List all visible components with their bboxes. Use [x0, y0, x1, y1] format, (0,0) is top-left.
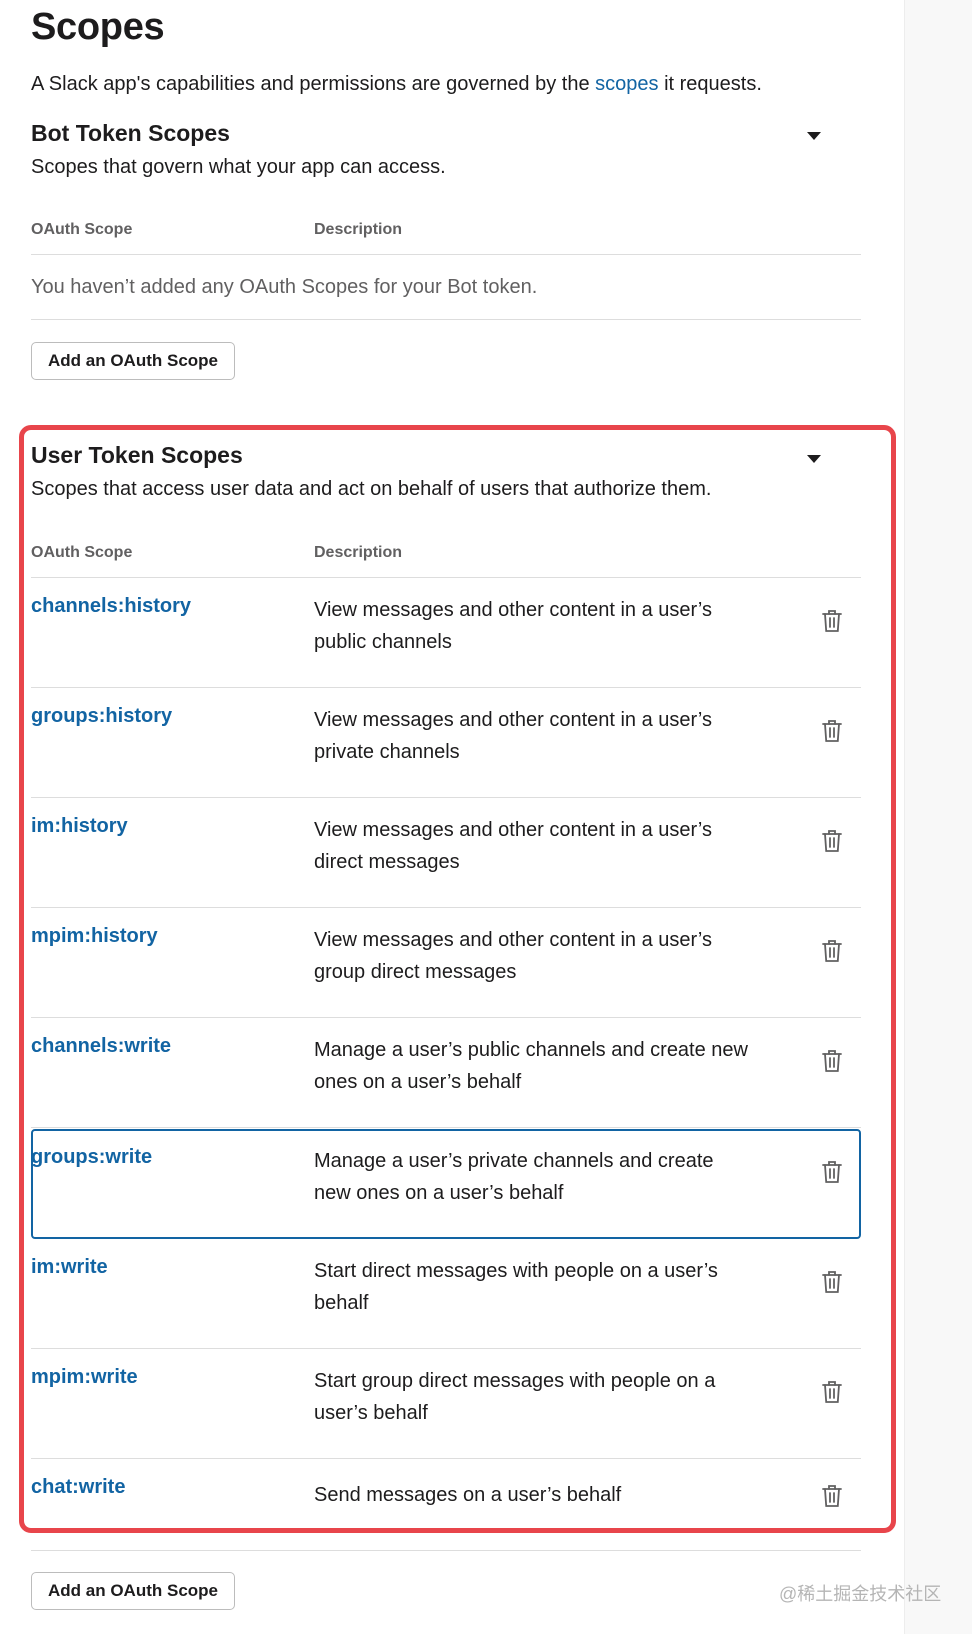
- scope-row-channels-write: channels:write Manage a user’s public ch…: [31, 1018, 861, 1128]
- intro-text: A Slack app's capabilities and permissio…: [31, 73, 596, 95]
- divider: [31, 254, 861, 255]
- trash-icon[interactable]: [821, 608, 843, 634]
- intro-text-end: it requests.: [658, 73, 762, 95]
- scope-name-link[interactable]: im:write: [31, 1256, 108, 1279]
- user-section-subtitle: Scopes that access user data and act on …: [31, 478, 712, 500]
- scope-description: View messages and other content in a use…: [314, 599, 713, 653]
- bot-section-subtitle: Scopes that govern what your app can acc…: [31, 156, 446, 178]
- scope-name-link[interactable]: groups:history: [31, 705, 172, 728]
- scope-name-link[interactable]: channels:history: [31, 595, 191, 618]
- scope-description: Send messages on a user’s behalf: [314, 1484, 622, 1506]
- scope-row-groups-history: groups:history View messages and other c…: [31, 688, 861, 798]
- scope-name-link[interactable]: mpim:history: [31, 925, 158, 948]
- trash-icon[interactable]: [821, 718, 843, 744]
- trash-icon[interactable]: [821, 1483, 843, 1509]
- trash-icon[interactable]: [821, 1159, 843, 1185]
- bot-col-description: Description: [314, 221, 403, 238]
- scope-name-link[interactable]: channels:write: [31, 1035, 171, 1058]
- scope-name-link[interactable]: chat:write: [31, 1476, 125, 1499]
- divider: [31, 1127, 861, 1128]
- caret-down-icon[interactable]: [807, 132, 821, 140]
- scope-row-channels-history: channels:history View messages and other…: [31, 578, 861, 688]
- trash-icon[interactable]: [821, 1379, 843, 1405]
- divider: [31, 1550, 861, 1551]
- right-gutter: [904, 0, 972, 1634]
- scope-description: Start group direct messages with people …: [314, 1370, 716, 1424]
- trash-icon[interactable]: [821, 1048, 843, 1074]
- scopes-link[interactable]: scopes: [595, 73, 658, 95]
- scope-description: Manage a user’s private channels and cre…: [314, 1150, 714, 1204]
- watermark: @稀土掘金技术社区: [779, 1584, 942, 1604]
- trash-icon[interactable]: [821, 828, 843, 854]
- scope-row-mpim-history: mpim:history View messages and other con…: [31, 908, 861, 1018]
- add-user-oauth-scope-button[interactable]: Add an OAuth Scope: [31, 1572, 235, 1610]
- user-section-title: User Token Scopes: [31, 442, 243, 468]
- scope-description: Manage a user’s public channels and crea…: [314, 1039, 748, 1093]
- trash-icon[interactable]: [821, 938, 843, 964]
- scope-row-chat-write: chat:write Send messages on a user’s beh…: [31, 1459, 861, 1529]
- scope-description: View messages and other content in a use…: [314, 709, 713, 763]
- page-title: Scopes: [31, 6, 165, 48]
- scope-row-groups-write: groups:write Manage a user’s private cha…: [31, 1129, 861, 1239]
- trash-icon[interactable]: [821, 1269, 843, 1295]
- scope-name-link[interactable]: im:history: [31, 815, 128, 838]
- user-col-description: Description: [314, 544, 403, 561]
- scope-row-im-history: im:history View messages and other conte…: [31, 798, 861, 908]
- user-section-header: User Token Scopes Scopes that access use…: [31, 442, 711, 501]
- scope-name-link[interactable]: groups:write: [31, 1146, 152, 1169]
- caret-down-icon[interactable]: [807, 455, 821, 463]
- scope-name-link[interactable]: mpim:write: [31, 1366, 138, 1389]
- page-intro: A Slack app's capabilities and permissio…: [31, 73, 762, 96]
- divider: [31, 319, 861, 320]
- bot-col-scope: OAuth Scope: [31, 221, 133, 238]
- scope-description: Start direct messages with people on a u…: [314, 1260, 718, 1314]
- scope-row-mpim-write: mpim:write Start group direct messages w…: [31, 1349, 861, 1459]
- add-bot-oauth-scope-button[interactable]: Add an OAuth Scope: [31, 342, 235, 380]
- bot-empty-message: You haven’t added any OAuth Scopes for y…: [31, 276, 538, 298]
- scope-description: View messages and other content in a use…: [314, 929, 713, 983]
- scope-description: View messages and other content in a use…: [314, 819, 713, 873]
- user-col-scope: OAuth Scope: [31, 544, 133, 561]
- bot-section-title: Bot Token Scopes: [31, 120, 230, 146]
- scope-row-im-write: im:write Start direct messages with peop…: [31, 1239, 861, 1349]
- bot-section-header: Bot Token Scopes Scopes that govern what…: [31, 120, 446, 179]
